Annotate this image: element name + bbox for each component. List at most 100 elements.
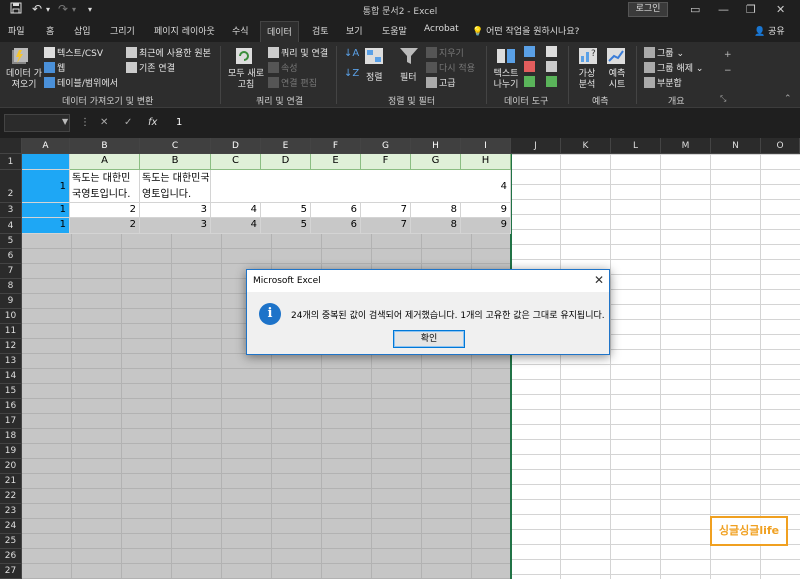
row-header-2[interactable]: 2 [0, 170, 22, 203]
cell-c2[interactable]: 독도는 대한민국영토입니다. [140, 170, 211, 203]
row-header-5[interactable]: 5 [0, 234, 22, 249]
row-header-25[interactable]: 25 [0, 534, 22, 549]
cell-d3[interactable]: 4 [211, 203, 261, 218]
from-web-button[interactable]: 웹 [44, 61, 65, 74]
cell-i4[interactable]: 9 [461, 218, 511, 234]
column-header-m[interactable]: M [661, 138, 711, 154]
confirm-entry-icon[interactable]: ✓ [124, 117, 132, 128]
restore-button[interactable]: ❐ [746, 3, 756, 16]
cell-c3[interactable]: 3 [140, 203, 211, 218]
dialog-close-button[interactable]: ✕ [591, 272, 607, 288]
tab-page-layout[interactable]: 페이지 레이아웃 [154, 24, 215, 37]
text-to-columns-button[interactable]: 텍스트 나누기 [490, 69, 522, 91]
column-header-f[interactable]: F [311, 138, 361, 154]
column-header-e[interactable]: E [261, 138, 311, 154]
column-header-b[interactable]: B [70, 138, 140, 154]
cell-h1[interactable]: G [411, 154, 461, 170]
cell-a4[interactable]: 1 [22, 218, 70, 234]
row-header-22[interactable]: 22 [0, 489, 22, 504]
column-header-g[interactable]: G [361, 138, 411, 154]
clear-filter-button[interactable]: 지우기 [426, 46, 464, 59]
cell-a3[interactable]: 1 [22, 203, 70, 218]
tell-me-search[interactable]: 💡 어떤 작업을 원하시나요? [472, 24, 579, 37]
column-header-h[interactable]: H [411, 138, 461, 154]
row-header-24[interactable]: 24 [0, 519, 22, 534]
filter-button[interactable]: 필터 [400, 70, 417, 83]
tab-formulas[interactable]: 수식 [232, 24, 249, 37]
properties-button[interactable]: 속성 [268, 61, 298, 74]
tab-review[interactable]: 검토 [312, 24, 329, 37]
cell-c4[interactable]: 3 [140, 218, 211, 234]
from-table-button[interactable]: 테이블/범위에서 [44, 76, 118, 89]
data-model-icon[interactable] [546, 76, 559, 88]
from-text-csv-button[interactable]: 텍스트/CSV [44, 46, 103, 59]
share-button[interactable]: 👤 공유 [754, 24, 785, 37]
tab-data[interactable]: 데이터 [260, 21, 299, 43]
remove-duplicates-icon[interactable] [524, 61, 537, 73]
cell-d4[interactable]: 4 [211, 218, 261, 234]
cell-i3[interactable]: 9 [461, 203, 511, 218]
row-header-17[interactable]: 17 [0, 414, 22, 429]
column-header-c[interactable]: C [140, 138, 211, 154]
row-header-1[interactable]: 1 [0, 154, 22, 170]
row-header-4[interactable]: 4 [0, 218, 22, 234]
forecast-sheet-button[interactable]: 예측 시트 [604, 69, 630, 91]
row-header-11[interactable]: 11 [0, 324, 22, 339]
group-button[interactable]: 그룹 ⌄ [644, 46, 684, 59]
column-header-n[interactable]: N [711, 138, 761, 154]
column-header-i[interactable]: I [461, 138, 511, 154]
worksheet-grid[interactable]: A B C D E F G H I J K L M N O 1 2 3 4 A … [0, 138, 800, 579]
cancel-entry-icon[interactable]: ✕ [100, 117, 108, 128]
row-header-9[interactable]: 9 [0, 294, 22, 309]
row-header-21[interactable]: 21 [0, 474, 22, 489]
formula-bar-menu-icon[interactable]: ⋮ [80, 117, 90, 128]
queries-connections-button[interactable]: 쿼리 및 연결 [268, 46, 328, 59]
row-header-27[interactable]: 27 [0, 564, 22, 579]
column-header-l[interactable]: L [611, 138, 661, 154]
row-header-12[interactable]: 12 [0, 339, 22, 354]
cell-f4[interactable]: 6 [311, 218, 361, 234]
minimize-button[interactable]: — [718, 3, 729, 16]
column-header-o[interactable]: O [761, 138, 800, 154]
login-button[interactable]: 로그인 [628, 2, 668, 17]
ok-button[interactable]: 확인 [393, 330, 465, 348]
cell-a2[interactable]: 1 [22, 170, 70, 203]
cell-g1[interactable]: F [361, 154, 411, 170]
cell-d1[interactable]: C [211, 154, 261, 170]
row-header-23[interactable]: 23 [0, 504, 22, 519]
cell-h4[interactable]: 8 [411, 218, 461, 234]
column-header-d[interactable]: D [211, 138, 261, 154]
what-if-analysis-button[interactable]: 가상 분석 [574, 69, 600, 91]
cell-e3[interactable]: 5 [261, 203, 311, 218]
row-header-26[interactable]: 26 [0, 549, 22, 564]
cell-b4[interactable]: 2 [70, 218, 140, 234]
cell-d2-i2[interactable]: 4 [211, 170, 511, 203]
cell-f1[interactable]: E [311, 154, 361, 170]
cell-h3[interactable]: 8 [411, 203, 461, 218]
cell-i1[interactable]: H [461, 154, 511, 170]
sort-ascending-icon[interactable]: ↓A [344, 48, 359, 59]
existing-connections-button[interactable]: 기존 연결 [126, 61, 175, 74]
cell-f3[interactable]: 6 [311, 203, 361, 218]
column-header-k[interactable]: K [561, 138, 611, 154]
row-header-16[interactable]: 16 [0, 399, 22, 414]
ungroup-button[interactable]: 그룹 해제 ⌄ [644, 61, 703, 74]
consolidate-icon[interactable] [546, 46, 559, 58]
tab-help[interactable]: 도움말 [382, 24, 407, 37]
tab-draw[interactable]: 그리기 [110, 24, 135, 37]
tab-acrobat[interactable]: Acrobat [424, 24, 459, 34]
row-header-8[interactable]: 8 [0, 279, 22, 294]
outline-dialog-launcher-icon[interactable]: ⤡ [720, 94, 726, 104]
cell-b2[interactable]: 독도는 대한민국영토입니다. [70, 170, 140, 203]
row-header-13[interactable]: 13 [0, 354, 22, 369]
edit-links-button[interactable]: 연결 편집 [268, 76, 317, 89]
reapply-button[interactable]: 다시 적용 [426, 61, 475, 74]
row-header-6[interactable]: 6 [0, 249, 22, 264]
formula-input[interactable]: 1 [166, 114, 796, 132]
cell-g3[interactable]: 7 [361, 203, 411, 218]
cell-b1[interactable]: A [70, 154, 140, 170]
column-header-a[interactable]: A [22, 138, 70, 154]
refresh-all-button[interactable]: 모두 새로 고침 [226, 69, 266, 91]
tab-view[interactable]: 보기 [346, 24, 363, 37]
flash-fill-icon[interactable] [524, 46, 537, 58]
